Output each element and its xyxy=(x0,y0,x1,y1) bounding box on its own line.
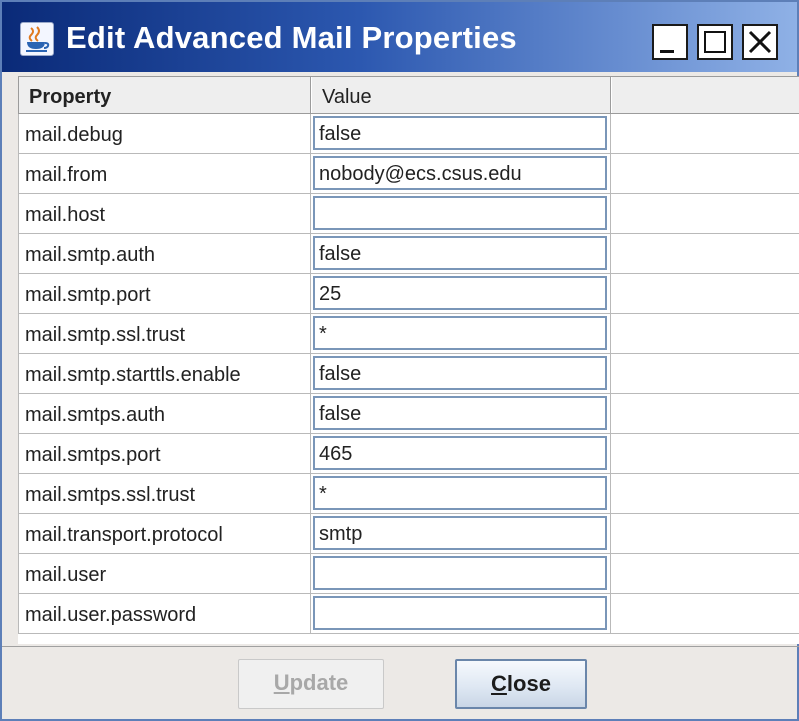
update-button[interactable]: Update xyxy=(238,659,384,709)
property-name-cell[interactable]: mail.smtp.port xyxy=(18,274,311,314)
table-row[interactable]: mail.user xyxy=(18,554,799,594)
title-bar[interactable]: Edit Advanced Mail Properties xyxy=(2,2,797,72)
value-cell: nobody@ecs.csus.edu xyxy=(311,154,611,194)
value-field[interactable]: false xyxy=(313,396,607,430)
filler-cell xyxy=(611,354,799,394)
value-cell xyxy=(311,594,611,634)
value-field[interactable]: * xyxy=(313,316,607,350)
property-name-cell[interactable]: mail.user xyxy=(18,554,311,594)
value-field[interactable]: 25 xyxy=(313,276,607,310)
table-row[interactable]: mail.smtps.port 465 xyxy=(18,434,799,474)
property-name-cell[interactable]: mail.smtps.port xyxy=(18,434,311,474)
value-field[interactable]: nobody@ecs.csus.edu xyxy=(313,156,607,190)
value-cell: false xyxy=(311,394,611,434)
property-name-cell[interactable]: mail.smtp.auth xyxy=(18,234,311,274)
value-field[interactable]: false xyxy=(313,356,607,390)
value-field[interactable]: smtp xyxy=(313,516,607,550)
value-cell: * xyxy=(311,314,611,354)
divider xyxy=(2,646,799,647)
value-field[interactable] xyxy=(313,556,607,590)
update-mnemonic: U xyxy=(273,670,290,695)
filler-cell xyxy=(611,594,799,634)
filler-cell xyxy=(611,114,799,154)
value-cell: smtp xyxy=(311,514,611,554)
table-row[interactable]: mail.from nobody@ecs.csus.edu xyxy=(18,154,799,194)
property-name-cell[interactable]: mail.from xyxy=(18,154,311,194)
column-header-value[interactable]: Value xyxy=(311,77,611,113)
value-cell: false xyxy=(311,234,611,274)
table-row[interactable]: mail.host xyxy=(18,194,799,234)
value-field[interactable] xyxy=(313,196,607,230)
table-row[interactable]: mail.smtps.ssl.trust * xyxy=(18,474,799,514)
value-cell: * xyxy=(311,474,611,514)
value-cell xyxy=(311,194,611,234)
filler-cell xyxy=(611,434,799,474)
table-header: Property Value xyxy=(18,76,799,114)
property-name-cell[interactable]: mail.smtps.auth xyxy=(18,394,311,434)
filler-cell xyxy=(611,474,799,514)
table-row[interactable]: mail.smtp.port 25 xyxy=(18,274,799,314)
value-field[interactable] xyxy=(313,596,607,630)
update-label-rest: pdate xyxy=(289,670,349,695)
property-name-cell[interactable]: mail.smtp.starttls.enable xyxy=(18,354,311,394)
filler-cell xyxy=(611,274,799,314)
table-row[interactable]: mail.smtp.ssl.trust * xyxy=(18,314,799,354)
value-field[interactable]: false xyxy=(313,116,607,150)
filler-cell xyxy=(611,394,799,434)
java-cup-icon[interactable] xyxy=(20,22,54,56)
filler-cell xyxy=(611,514,799,554)
minimize-button[interactable] xyxy=(652,24,688,60)
value-cell: false xyxy=(311,354,611,394)
dialog-window: Edit Advanced Mail Properties Property V… xyxy=(0,0,799,721)
value-field[interactable]: false xyxy=(313,236,607,270)
column-header-filler xyxy=(611,77,799,113)
table-row[interactable]: mail.transport.protocol smtp xyxy=(18,514,799,554)
property-name-cell[interactable]: mail.smtps.ssl.trust xyxy=(18,474,311,514)
column-header-property[interactable]: Property xyxy=(18,77,311,113)
maximize-button[interactable] xyxy=(697,24,733,60)
filler-cell xyxy=(611,554,799,594)
property-name-cell[interactable]: mail.user.password xyxy=(18,594,311,634)
value-cell: 465 xyxy=(311,434,611,474)
value-cell: false xyxy=(311,114,611,154)
close-label-rest: lose xyxy=(506,671,551,696)
table-row[interactable]: mail.smtp.auth false xyxy=(18,234,799,274)
filler-cell xyxy=(611,154,799,194)
property-name-cell[interactable]: mail.transport.protocol xyxy=(18,514,311,554)
value-field[interactable]: 465 xyxy=(313,436,607,470)
value-field[interactable]: * xyxy=(313,476,607,510)
table-row[interactable]: mail.user.password xyxy=(18,594,799,634)
value-cell: 25 xyxy=(311,274,611,314)
property-name-cell[interactable]: mail.debug xyxy=(18,114,311,154)
table-row[interactable]: mail.smtp.starttls.enable false xyxy=(18,354,799,394)
close-mnemonic: C xyxy=(491,671,507,696)
table-row[interactable]: mail.debug false xyxy=(18,114,799,154)
property-name-cell[interactable]: mail.smtp.ssl.trust xyxy=(18,314,311,354)
filler-cell xyxy=(611,194,799,234)
table-row[interactable]: mail.smtps.auth false xyxy=(18,394,799,434)
filler-cell xyxy=(611,234,799,274)
filler-cell xyxy=(611,314,799,354)
property-name-cell[interactable]: mail.host xyxy=(18,194,311,234)
close-button[interactable]: Close xyxy=(455,659,587,709)
value-cell xyxy=(311,554,611,594)
properties-table: Property Value mail.debug false mail.from n… xyxy=(18,76,799,644)
close-window-button[interactable] xyxy=(742,24,778,60)
table-body: mail.debug false mail.from nobody@ecs.csus.… xyxy=(18,114,799,634)
window-title: Edit Advanced Mail Properties xyxy=(66,20,517,55)
